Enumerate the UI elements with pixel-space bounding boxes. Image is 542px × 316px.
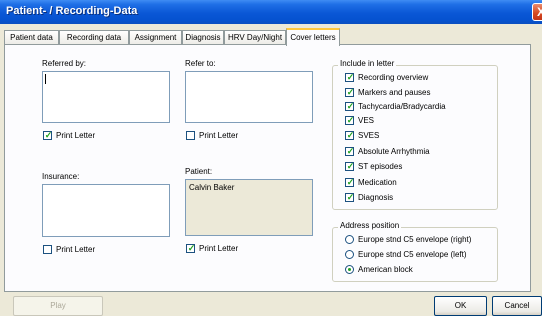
check-icon: ✓ [346,130,355,140]
include-absolute-arrhythmia-checkbox[interactable]: ✓ [345,146,355,156]
include-absolute-arrhythmia-label: Absolute Arrhythmia [358,147,430,156]
button-bar: Play OK Cancel [0,296,542,316]
insurance-print-label: Print Letter [56,245,96,254]
referred-by-print-checkbox[interactable]: ✓ [43,130,53,140]
cancel-button[interactable]: Cancel [492,296,542,316]
title-bar[interactable]: Patient- / Recording-Data X [0,0,542,24]
check-icon: ✓ [187,243,196,253]
address-position-legend: Address position [338,221,402,230]
include-in-letter-legend: Include in letter [338,59,397,68]
close-button[interactable]: X [532,3,542,21]
include-markers-pauses-checkbox[interactable]: ✓ [345,87,355,97]
check-icon: ✓ [44,130,53,140]
include-tachy-brady-label: Tachycardia/Bradycardia [358,102,446,111]
tab-recording-data[interactable]: Recording data [59,30,129,45]
include-st-episodes-label: ST episodes [358,162,403,171]
tab-assignment[interactable]: Assignment [129,30,182,45]
include-recording-overview-label: Recording overview [358,73,429,82]
close-icon: X [536,5,542,19]
tab-diagnosis[interactable]: Diagnosis [182,30,224,45]
include-medication-label: Medication [358,178,397,187]
referred-by-print-label: Print Letter [56,131,96,140]
refer-to-field[interactable] [185,71,313,123]
check-icon: ✓ [346,146,355,156]
ok-button[interactable]: OK [434,296,487,316]
radio-selected-dot [348,268,351,271]
text-caret [45,74,46,84]
refer-to-label: Refer to: [185,59,216,68]
insurance-label: Insurance: [42,172,80,181]
address-american-block-radio[interactable] [345,265,354,274]
include-in-letter-group [332,65,498,210]
cover-letters-panel: Referred by: ✓ Print Letter Refer to: Pr… [4,44,531,292]
refer-to-print-checkbox[interactable] [186,131,195,140]
address-c5-right-label: Europe stnd C5 envelope (right) [358,235,472,244]
dialog-window: Patient- / Recording-Data X Patient data… [0,0,542,316]
include-tachy-brady-checkbox[interactable]: ✓ [345,101,355,111]
patient-print-checkbox[interactable]: ✓ [186,243,196,253]
address-american-block-label: American block [358,265,413,274]
include-ves-checkbox[interactable]: ✓ [345,115,355,125]
address-c5-right-radio[interactable] [345,235,354,244]
patient-label: Patient: [185,167,213,176]
include-recording-overview-checkbox[interactable]: ✓ [345,72,355,82]
check-icon: ✓ [346,101,355,111]
check-icon: ✓ [346,72,355,82]
check-icon: ✓ [346,161,355,171]
check-icon: ✓ [346,87,355,97]
referred-by-field[interactable] [42,71,170,123]
patient-field: Calvin Baker [185,179,313,236]
insurance-field[interactable] [42,184,170,237]
play-button[interactable]: Play [13,296,103,316]
tab-cover-letters[interactable]: Cover letters [286,28,340,46]
include-sves-label: SVES [358,131,380,140]
address-c5-left-label: Europe stnd C5 envelope (left) [358,250,467,259]
include-markers-pauses-label: Markers and pauses [358,88,431,97]
check-icon: ✓ [346,115,355,125]
insurance-print-checkbox[interactable] [43,245,52,254]
include-medication-checkbox[interactable]: ✓ [345,177,355,187]
refer-to-print-label: Print Letter [199,131,239,140]
include-sves-checkbox[interactable]: ✓ [345,130,355,140]
include-st-episodes-checkbox[interactable]: ✓ [345,161,355,171]
include-diagnosis-label: Diagnosis [358,193,394,202]
patient-print-label: Print Letter [199,244,239,253]
window-title: Patient- / Recording-Data [6,5,138,17]
referred-by-label: Referred by: [42,59,87,68]
tab-hrv-day-night[interactable]: HRV Day/Night [224,30,286,45]
check-icon: ✓ [346,177,355,187]
patient-value: Calvin Baker [189,183,235,192]
address-c5-left-radio[interactable] [345,250,354,259]
include-diagnosis-checkbox[interactable]: ✓ [345,192,355,202]
include-ves-label: VES [358,116,375,125]
tab-patient-data[interactable]: Patient data [4,30,59,45]
check-icon: ✓ [346,192,355,202]
